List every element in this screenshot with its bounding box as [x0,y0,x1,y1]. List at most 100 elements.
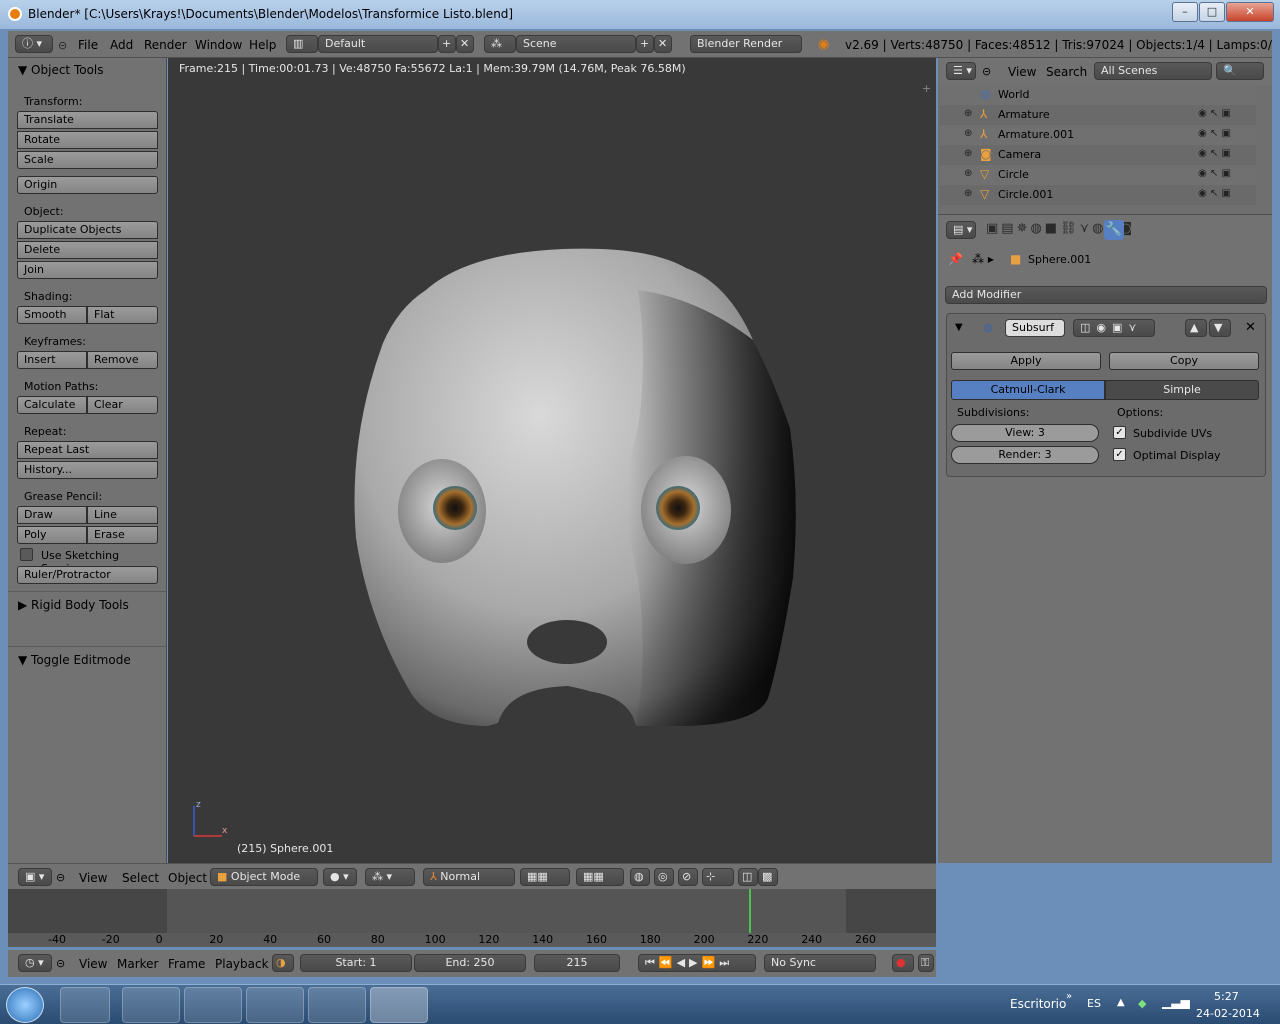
optimal-display-checkbox[interactable]: ✓ [1113,448,1126,461]
origin-button[interactable]: Origin [17,176,158,194]
toolbar-chevron-icon[interactable]: » [1066,991,1072,1002]
modifier-collapse-arrow[interactable]: ▼ [955,322,963,333]
keying-set-icon[interactable]: ⚿ [918,954,934,972]
object-tools-header[interactable]: ▼ Object Tools [18,63,104,77]
record-icon[interactable]: ● [892,954,914,972]
toggle-editmode-header[interactable]: ▼ Toggle Editmode [18,653,131,667]
close-button[interactable]: ✕ [1226,2,1274,22]
clapper-icon[interactable]: ▩ [758,868,778,886]
copy-button[interactable]: Copy [1109,352,1259,370]
menu-add[interactable]: Add [110,38,133,52]
transform-orientation-select[interactable]: ⅄ Normal [423,868,515,886]
timeline-area[interactable]: -40 -20 0 20 40 60 80 100 120 140 160 180 200 220 240 2… [8,889,936,947]
restrict-toggles[interactable]: ◉ ↖ ▣ [1198,168,1231,179]
snap-icon[interactable]: ◎ [654,868,674,886]
calculate-button[interactable]: Calculate [17,396,87,414]
mode-select[interactable]: ■ Object Mode [210,868,318,886]
menu-select[interactable]: Select [122,871,159,885]
view-subdivisions-field[interactable]: View: 3 [951,424,1099,442]
menu-object[interactable]: Object [168,871,207,885]
remove-modifier-icon[interactable]: ✕ [1245,320,1256,335]
menu-view[interactable]: View [79,871,107,885]
language-indicator[interactable]: ES [1087,997,1101,1010]
line-button[interactable]: Line [87,506,158,524]
collapse-icon[interactable]: ⊝ [58,39,67,52]
clock-time[interactable]: 5:27 [1214,990,1239,1003]
menu-file[interactable]: File [78,38,98,52]
remove-layout-icon[interactable]: ✕ [456,35,474,53]
editor-type-3dview-icon[interactable]: ▣ ▾ [18,868,52,886]
shading-select[interactable]: ● ▾ [323,868,357,886]
join-button[interactable]: Join [17,261,158,279]
clear-button[interactable]: Clear [87,396,158,414]
scene-filter-select[interactable]: All Scenes [1094,62,1212,80]
poly-button[interactable]: Poly [17,526,87,544]
apply-button[interactable]: Apply [951,352,1101,370]
draw-button[interactable]: Draw [17,506,87,524]
insert-keyframe-button[interactable]: Insert [17,351,87,369]
outliner-row[interactable]: ◍ World [940,85,1256,105]
network-signal-icon[interactable]: ▁▃▅ [1162,995,1190,1009]
scene-select[interactable]: Scene [516,35,636,53]
collapse-icon[interactable]: ⊝ [56,957,65,970]
sketching-checkbox[interactable] [20,548,33,561]
menu-playback[interactable]: Playback [215,957,269,971]
virtualbox-taskbar-icon[interactable] [60,987,110,1023]
sync-select[interactable]: No Sync [764,954,876,972]
expand-icon[interactable]: ⊕ [964,128,972,139]
rigid-body-header[interactable]: ▶ Rigid Body Tools [18,598,129,612]
proportional-icon[interactable]: ◍ [630,868,650,886]
menu-outliner-search[interactable]: Search [1046,65,1087,79]
translate-button[interactable]: Translate [17,111,158,129]
remove-scene-icon[interactable]: ✕ [654,35,672,53]
menu-window[interactable]: Window [195,38,242,52]
catmull-clark-button[interactable]: Catmull-Clark [951,380,1105,400]
erase-button[interactable]: Erase [87,526,158,544]
menu-marker[interactable]: Marker [117,957,158,971]
expand-icon[interactable]: ⊕ [964,168,972,179]
modifier-tab-wrench-icon[interactable]: 🔧 [1104,220,1124,240]
subdivide-uvs-checkbox[interactable]: ✓ [1113,426,1126,439]
layout-select[interactable]: Default [318,35,438,53]
start-button[interactable] [6,987,44,1023]
start-frame-field[interactable]: Start: 1 [300,954,412,972]
layers-grid-2[interactable]: ▦▦ [576,868,624,886]
desktop-toolbar-label[interactable]: Escritorio [1010,997,1066,1011]
layers-grid[interactable]: ▦▦ [520,868,570,886]
editor-type-info-icon[interactable]: ⓘ ▾ [15,35,53,53]
render-subdivisions-field[interactable]: Render: 3 [951,446,1099,464]
add-layout-icon[interactable]: + [438,35,456,53]
expand-icon[interactable]: ⊕ [964,188,972,199]
end-frame-field[interactable]: End: 250 [414,954,526,972]
restrict-toggles[interactable]: ◉ ↖ ▣ [1198,128,1231,139]
editor-type-timeline-icon[interactable]: ◷ ▾ [18,954,52,972]
flat-button[interactable]: Flat [87,306,158,324]
modifier-visibility-toggles[interactable]: ◫◉▣⋎ [1073,319,1155,337]
collapse-icon[interactable]: ⊝ [982,65,991,78]
add-scene-icon[interactable]: + [636,35,654,53]
media-player-taskbar-icon[interactable] [308,987,366,1023]
rotate-button[interactable]: Rotate [17,131,158,149]
minimize-button[interactable]: – [1172,2,1198,22]
expand-icon[interactable]: ⊕ [964,148,972,159]
history-button[interactable]: History... [17,461,158,479]
modifier-name-field[interactable]: Subsurf [1005,319,1065,337]
search-field[interactable]: 🔍 [1216,62,1264,80]
show-hidden-icons[interactable]: ▲ [1117,997,1125,1008]
render-camera-icon[interactable]: ◫ [738,868,758,886]
editor-type-properties-icon[interactable]: ▤ ▾ [946,221,976,239]
render-engine-select[interactable]: Blender Render [690,35,802,53]
chrome-window-taskbar-icon[interactable] [246,987,304,1023]
chrome-taskbar-icon[interactable] [122,987,180,1023]
maximize-button[interactable]: □ [1199,2,1225,22]
outliner-row[interactable]: ⊕ ▽ Circle.001 ◉ ↖ ▣ [940,185,1256,205]
smooth-button[interactable]: Smooth [17,306,87,324]
pivot-select[interactable]: ⁂ ▾ [365,868,415,886]
delete-button[interactable]: Delete [17,241,158,259]
snap-element-icon[interactable]: ⊘ [678,868,698,886]
menu-help[interactable]: Help [249,38,276,52]
duplicate-objects-button[interactable]: Duplicate Objects [17,221,158,239]
3d-viewport[interactable]: Frame:215 | Time:00:01.73 | Ve:48750 Fa:… [168,58,936,863]
simple-button[interactable]: Simple [1105,380,1259,400]
outliner-row[interactable]: ⊕ ⅄ Armature ◉ ↖ ▣ [940,105,1256,125]
